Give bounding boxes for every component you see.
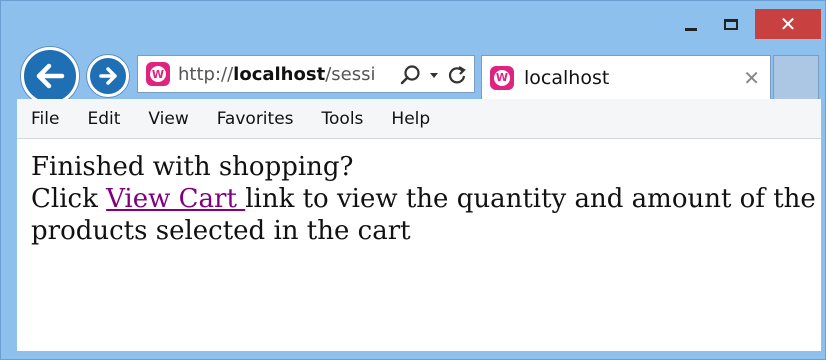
maximize-icon: [724, 18, 738, 30]
tab-close-icon[interactable]: ✕: [743, 66, 760, 90]
menu-tools[interactable]: Tools: [322, 109, 364, 129]
tab-title: localhost: [524, 66, 610, 89]
minimize-button[interactable]: [677, 7, 705, 41]
menu-file[interactable]: File: [31, 109, 59, 129]
menu-edit[interactable]: Edit: [87, 109, 120, 129]
webmatrix-icon: W: [146, 62, 170, 86]
new-tab-button[interactable]: [773, 55, 819, 99]
refresh-icon[interactable]: [446, 64, 468, 86]
url-text[interactable]: http://localhost/sessic: [178, 64, 374, 85]
back-button[interactable]: [21, 47, 79, 105]
dropdown-arrow-icon[interactable]: [428, 70, 440, 80]
menu-favorites[interactable]: Favorites: [217, 109, 294, 129]
back-arrow-icon: [36, 63, 65, 89]
browser-window: ✕ W http://localhost/sessic: [0, 0, 826, 360]
heading-text: Finished with shopping?: [31, 152, 354, 182]
menu-bar: File Edit View Favorites Tools Help: [17, 99, 821, 139]
address-bar[interactable]: W http://localhost/sessic: [137, 55, 475, 93]
view-cart-link[interactable]: View Cart: [106, 184, 245, 214]
forward-arrow-icon: [99, 67, 117, 85]
webmatrix-icon: W: [490, 65, 514, 90]
tab-localhost[interactable]: W localhost ✕: [481, 55, 771, 99]
forward-button[interactable]: [87, 55, 129, 97]
close-icon: ✕: [779, 12, 797, 36]
menu-view[interactable]: View: [148, 109, 188, 129]
minimize-icon: [685, 27, 697, 31]
menu-help[interactable]: Help: [391, 109, 430, 129]
close-window-button[interactable]: ✕: [755, 9, 821, 39]
page-content: Finished with shopping? Click View Cart …: [17, 139, 821, 351]
instruction-text: Click View Cart link to view the quantit…: [31, 184, 816, 246]
maximize-button[interactable]: [717, 7, 745, 41]
search-icon[interactable]: [400, 64, 422, 86]
